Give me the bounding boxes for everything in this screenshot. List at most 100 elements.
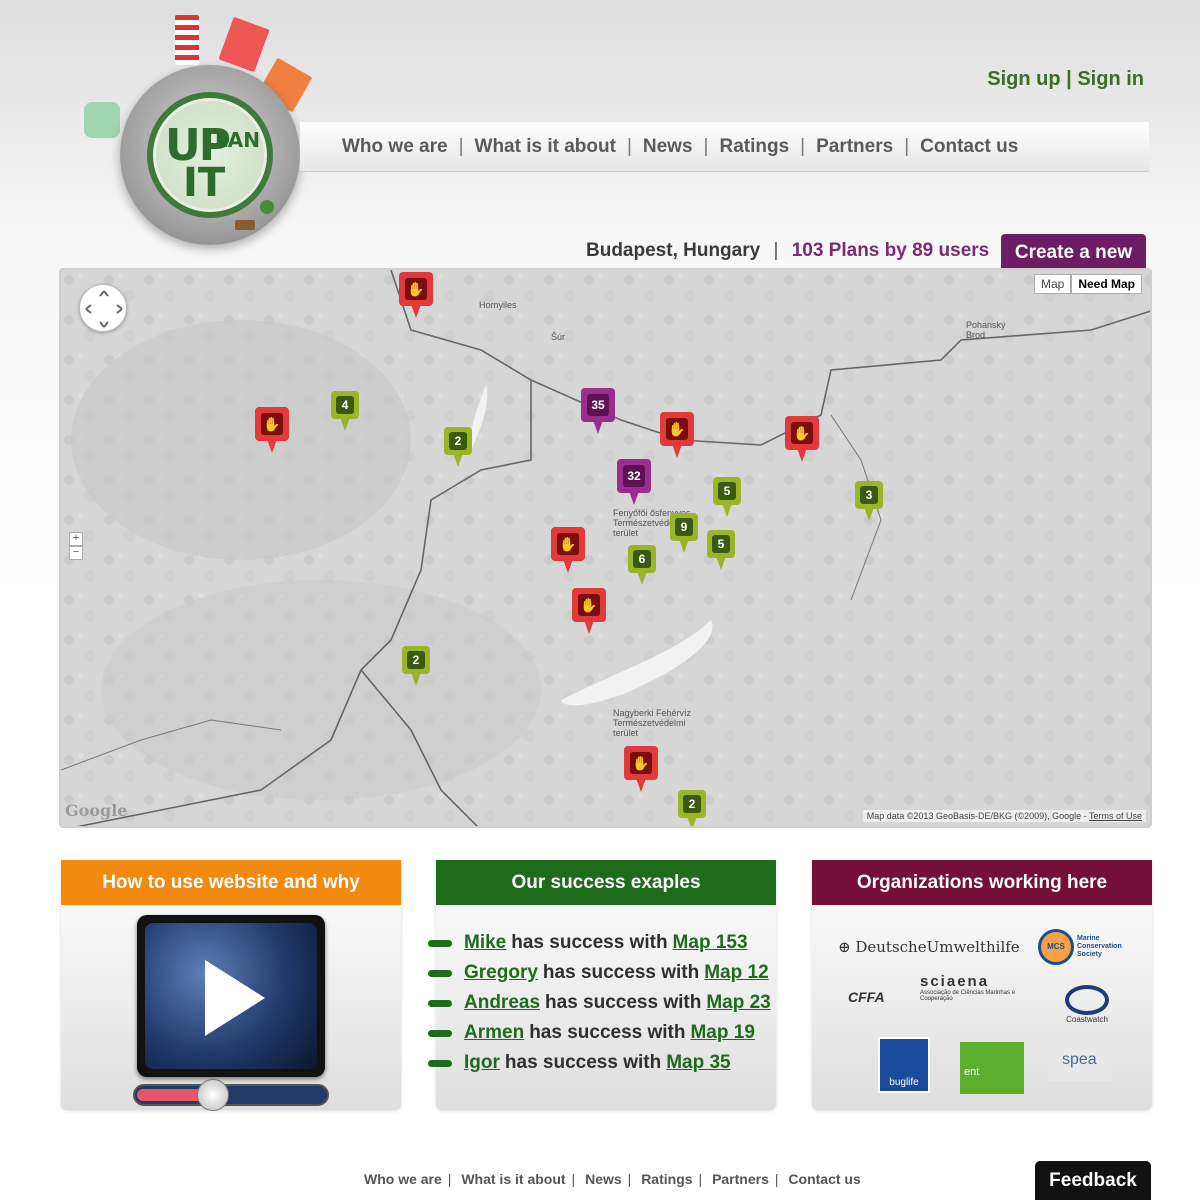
org-logo-spea[interactable]: spea [1048,1039,1112,1081]
play-icon[interactable] [205,960,265,1036]
terms-of-use-link[interactable]: Terms of Use [1089,811,1142,821]
pan-arrows-icon [85,290,123,328]
nav-ratings[interactable]: Ratings [719,136,789,158]
slider-knob[interactable] [197,1079,229,1111]
google-logo: Google [65,801,128,820]
zoom-in-button[interactable]: + [69,532,83,546]
place-label: Hornyiles [479,300,517,310]
house-icon [84,102,120,138]
auth-links: Sign up | Sign in [987,68,1144,91]
map-marker[interactable]: 2 [678,790,712,826]
logo-seal: UP LAN IT [147,92,273,218]
auth-separator: | [1066,68,1072,90]
tree-icon [260,200,274,214]
success-item: Andreas has success with Map 23 [428,988,776,1018]
map-link[interactable]: Map 153 [673,932,748,954]
bullet-icon [428,999,452,1007]
user-link[interactable]: Gregory [464,962,538,984]
map-credit: Map data ©2013 GeoBasis-DE/BKG (©2009), … [862,810,1146,822]
footer-news[interactable]: News [585,1171,622,1187]
map-marker[interactable]: 2 [402,646,436,690]
org-logo-ent[interactable]: ent [960,1042,1024,1094]
bullet-icon [428,969,452,977]
map-marker[interactable]: 5 [713,477,747,521]
organizations-title: Organizations working here [812,860,1152,905]
map-marker[interactable]: 3 [855,481,889,525]
sign-up-link[interactable]: Sign up [987,68,1060,90]
footer-nav: Who we are | What is it about | News | Rati… [364,1171,861,1187]
footer-ratings[interactable]: Ratings [641,1171,692,1187]
bullet-icon [428,1059,452,1067]
map-marker[interactable]: 35 [581,388,615,434]
map-marker[interactable]: 5 [707,530,741,574]
how-to-panel: How to use website and why [61,860,401,1111]
building-icon [218,16,270,73]
pan-control[interactable] [79,284,127,332]
map[interactable]: Map Need Map + − Hornyiles Šúr Pohanský … [59,268,1152,828]
stats-separator: | [773,240,779,261]
map-link[interactable]: Map 35 [666,1052,730,1074]
sign-in-link[interactable]: Sign in [1077,68,1144,90]
map-marker[interactable]: 6 [628,545,662,589]
city-name: Budapest, Hungary [586,240,761,261]
footer-what-is-it-about[interactable]: What is it about [461,1171,565,1187]
user-link[interactable]: Igor [464,1052,500,1074]
map-marker[interactable]: 2 [444,427,478,471]
footer-contact-us[interactable]: Contact us [788,1171,860,1187]
map-marker[interactable]: ✋ [660,412,694,458]
zoom-control: + − [69,532,83,560]
nav-news[interactable]: News [643,136,693,158]
user-link[interactable]: Armen [464,1022,524,1044]
map-marker[interactable]: 9 [670,513,704,557]
footer-partners[interactable]: Partners [712,1171,769,1187]
footer-who-we-are[interactable]: Who we are [364,1171,442,1187]
main-nav: Who we are | What is it about | News | Rati… [300,122,1149,172]
how-to-title: How to use website and why [61,860,401,905]
org-logo-cffa[interactable]: CFFA [848,989,885,1005]
org-logo-sciaena[interactable]: sciaena Associação de Ciências Marinhas … [920,973,1040,1002]
organization-logos: ⊕ DeutscheUmwelthilfe MCS Marine Conserv… [812,905,1152,1110]
tree-icon [235,220,255,230]
org-logo-buglife[interactable]: buglife [878,1037,930,1093]
nav-what-is-it-about[interactable]: What is it about [475,136,616,158]
org-logo-mcs[interactable]: MCS Marine Conservation Society [1038,929,1127,965]
video-player[interactable] [137,915,325,1077]
map-marker[interactable]: ✋ [572,588,606,634]
nav-partners[interactable]: Partners [816,136,893,158]
map-type-control: Map Need Map [1033,274,1142,294]
stats-bar: Budapest, Hungary | 103 Plans by 89 user… [586,240,989,262]
map-marker[interactable]: ✋ [551,527,585,573]
map-marker[interactable]: 4 [331,391,365,435]
map-type-need-map[interactable]: Need Map [1071,274,1142,294]
site-logo[interactable]: UP LAN IT [80,10,330,250]
success-list: Mike has success with Map 153 Gregory ha… [428,928,776,1078]
success-title: Our success exaples [436,860,776,905]
feedback-button[interactable]: Feedback [1035,1161,1151,1200]
map-link[interactable]: Map 19 [690,1022,754,1044]
nav-contact-us[interactable]: Contact us [920,136,1018,158]
map-link[interactable]: Map 12 [704,962,768,984]
map-marker[interactable]: ✋ [399,272,433,318]
map-marker[interactable]: ✋ [255,407,289,453]
map-marker[interactable]: 32 [617,459,651,505]
plans-count: 103 Plans by 89 users [791,240,990,261]
map-link[interactable]: Map 23 [706,992,770,1014]
org-logo-coastwatch[interactable]: Coastwatch [1062,985,1112,1024]
user-link[interactable]: Mike [464,932,506,954]
create-new-button[interactable]: Create a new [1001,234,1146,272]
bullet-icon [428,1029,452,1037]
success-item: Mike has success with Map 153 [428,928,776,958]
nav-who-we-are[interactable]: Who we are [342,136,448,158]
org-logo-duh[interactable]: ⊕ DeutscheUmwelthilfe [838,938,1020,956]
logo-text-lan: LAN [215,128,260,152]
map-credit-text: Map data ©2013 GeoBasis-DE/BKG (©2009), … [866,811,1089,821]
map-marker[interactable]: ✋ [624,746,658,792]
map-marker[interactable]: ✋ [785,416,819,462]
user-link[interactable]: Andreas [464,992,540,1014]
map-type-map[interactable]: Map [1033,274,1072,294]
zoom-out-button[interactable]: − [69,546,83,560]
tower-icon [175,15,199,65]
video-progress-slider[interactable] [133,1079,329,1111]
success-item: Igor has success with Map 35 [428,1048,776,1078]
bullet-icon [428,939,452,947]
